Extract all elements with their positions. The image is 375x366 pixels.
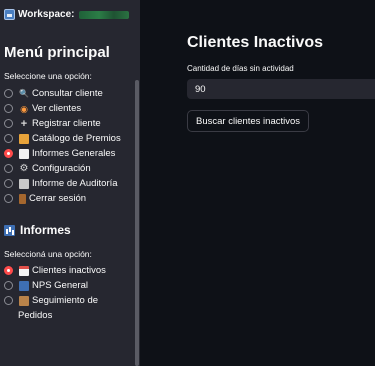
- inactive-days-label: Cantidad de días sin actividad: [187, 64, 294, 73]
- menu-item-label: Cerrar sesión: [29, 193, 87, 204]
- radio-button[interactable]: [4, 179, 13, 188]
- workspace-label: Workspace:: [18, 9, 75, 20]
- workspace-header: Workspace:: [4, 9, 129, 20]
- menu-item-label: Ver clientes: [32, 103, 82, 114]
- inactive-days-input[interactable]: 90: [187, 79, 375, 99]
- sidebar: Workspace: Menú principal Seleccione una…: [0, 0, 140, 366]
- radio-button[interactable]: [4, 281, 13, 290]
- report-item-label: Seguimiento de: [32, 295, 99, 306]
- document-icon: [19, 148, 29, 159]
- menu-item-label: Informe de Auditoría: [32, 178, 118, 189]
- search-inactive-clients-button[interactable]: Buscar clientes inactivos: [187, 110, 310, 132]
- radio-button[interactable]: [4, 134, 13, 143]
- menu-item-cerrar-sesion[interactable]: Cerrar sesión: [4, 191, 121, 206]
- plus-icon: +: [20, 117, 28, 130]
- section-title-label: Informes: [20, 223, 71, 237]
- workspace-name-redacted: [78, 10, 129, 19]
- menu-item-registrar-cliente[interactable]: + Registrar cliente: [4, 116, 121, 131]
- bar-chart-icon: [4, 224, 15, 236]
- report-item-nps-general[interactable]: NPS General: [4, 278, 106, 293]
- report-item-label: Clientes inactivos: [32, 265, 106, 276]
- main-content: Clientes Inactivos Cantidad de días sin …: [140, 0, 375, 366]
- radio-button[interactable]: [4, 164, 13, 173]
- report-item-label-continued: Pedidos: [18, 310, 53, 321]
- menu-item-catalogo-premios[interactable]: Catálogo de Premios: [4, 131, 121, 146]
- report-item-clientes-inactivos[interactable]: Clientes inactivos: [4, 263, 106, 278]
- workspace-icon: [4, 9, 15, 20]
- gift-icon: [19, 133, 29, 144]
- menu-item-label: Informes Generales: [32, 148, 116, 159]
- bar-chart-icon: [19, 280, 29, 291]
- clipboard-icon: [19, 178, 29, 189]
- main-menu-radio-group: 🔍 Consultar cliente ◉ Ver clientes + Reg…: [4, 86, 121, 206]
- radio-button-selected[interactable]: [4, 149, 13, 158]
- menu-item-label: Consultar cliente: [32, 88, 103, 99]
- eye-icon: ◉: [20, 103, 28, 114]
- menu-item-consultar-cliente[interactable]: 🔍 Consultar cliente: [4, 86, 121, 101]
- report-radio-group: Clientes inactivos NPS General Seguimien…: [4, 263, 106, 323]
- menu-title: Menú principal: [4, 44, 110, 61]
- package-icon: [19, 295, 29, 306]
- radio-button[interactable]: [4, 89, 13, 98]
- menu-item-label: Configuración: [32, 163, 91, 174]
- menu-item-label: Registrar cliente: [32, 118, 101, 129]
- menu-item-informe-auditoria[interactable]: Informe de Auditoría: [4, 176, 121, 191]
- page-title: Clientes Inactivos: [187, 34, 324, 51]
- sidebar-scrollbar[interactable]: [135, 80, 139, 366]
- magnifier-icon: 🔍: [19, 88, 29, 98]
- calendar-icon: [19, 265, 29, 276]
- inactive-days-value: 90: [195, 83, 206, 95]
- menu-prompt: Seleccione una opción:: [4, 71, 92, 81]
- radio-button-selected[interactable]: [4, 266, 13, 275]
- radio-button[interactable]: [4, 104, 13, 113]
- menu-item-informes-generales[interactable]: Informes Generales: [4, 146, 121, 161]
- door-icon: [19, 193, 26, 204]
- menu-item-configuracion[interactable]: ⚙ Configuración: [4, 161, 121, 176]
- section-title-informes: Informes: [4, 223, 71, 237]
- menu-item-label: Catálogo de Premios: [32, 133, 121, 144]
- report-item-label: NPS General: [32, 280, 88, 291]
- radio-button[interactable]: [4, 296, 13, 305]
- radio-button[interactable]: [4, 119, 13, 128]
- gear-icon: ⚙: [19, 162, 29, 174]
- menu-item-ver-clientes[interactable]: ◉ Ver clientes: [4, 101, 121, 116]
- report-prompt: Seleccioná una opción:: [4, 249, 92, 259]
- report-item-seguimiento-pedidos[interactable]: Seguimiento de: [4, 293, 106, 308]
- radio-button[interactable]: [4, 194, 13, 203]
